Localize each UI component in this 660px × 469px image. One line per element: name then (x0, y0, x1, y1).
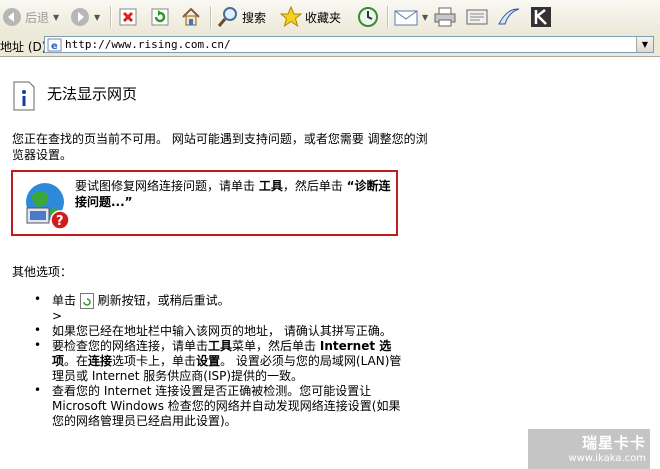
back-label: 后退 (25, 10, 50, 25)
option-bold: 工具 (208, 339, 233, 353)
options-list: • 单击 刷新按钮，或稍后重试。 > • 如果您已经在地址栏中输入该网页的地址， 请… (30, 292, 410, 429)
option-bold: 设置 (196, 354, 221, 368)
diagnose-mid: ，然后单击 (282, 179, 347, 193)
star-icon (280, 6, 302, 28)
error-message: 您正在查找的页当前不可用。 网站可能遇到支持问题，或者您需要 调整您的浏览器设置… (12, 132, 428, 162)
refresh-icon (151, 8, 169, 26)
watermark-brand: 瑞星卡卡 (581, 434, 646, 452)
diagnose-prefix: 要试图修复网络连接问题，请单击 (75, 179, 259, 193)
stop-icon (119, 8, 137, 26)
browser-toolbar: 后退 ▼ ▼ 搜索 收藏夹 ▼ (0, 0, 660, 35)
ie-page-icon: e (47, 38, 62, 52)
history-icon (358, 7, 378, 27)
option-text: 菜单，然后单击 (232, 339, 320, 353)
home-icon (182, 7, 200, 26)
option-text: 刷新按钮，或稍后重试。 (93, 293, 230, 308)
chevron-down-icon[interactable]: ▼ (53, 13, 59, 22)
refresh-icon[interactable] (79, 293, 94, 309)
info-icon (13, 81, 35, 111)
forward-arrow-icon (71, 8, 89, 26)
back-button[interactable]: 后退 ▼ (2, 4, 59, 30)
page-title: 无法显示网页 (47, 85, 138, 103)
chevron-down-icon[interactable]: ▼ (94, 13, 100, 22)
option-text: 单击 (52, 293, 80, 308)
history-button[interactable] (357, 4, 379, 30)
kaka-logo-icon (531, 7, 551, 27)
back-arrow-icon (3, 8, 21, 26)
address-field[interactable]: e ▼ (44, 36, 654, 53)
other-options-heading: 其他选项： (12, 265, 73, 279)
list-item: • 如果您已经在地址栏中输入该网页的地址， 请确认其拼写正确。 (34, 323, 392, 338)
option-text: > (52, 309, 63, 323)
watermark-url: www.ikaka.com (568, 453, 646, 464)
option-text: 查看您的 Internet 连接设置是否正确被检测。您可能设置让 Microso… (52, 384, 401, 428)
messenger-button[interactable] (497, 4, 521, 30)
edit-page-icon (466, 9, 488, 25)
chevron-down-icon[interactable]: ▼ (422, 13, 428, 22)
home-button[interactable] (180, 4, 202, 30)
list-item: • 查看您的 Internet 连接设置是否正确被检测。您可能设置让 Micros… (34, 383, 401, 428)
favorites-button[interactable]: 收藏夹 (280, 4, 341, 30)
printer-icon (434, 7, 456, 27)
refresh-button[interactable] (150, 4, 170, 30)
diagnose-box: ? 要试图修复网络连接问题，请单击 工具，然后单击 “诊断连接问题...” (11, 170, 398, 236)
url-input[interactable] (65, 37, 625, 52)
print-button[interactable] (433, 4, 457, 30)
list-item: > (30, 309, 410, 324)
watermark: 瑞星卡卡 www.ikaka.com (528, 429, 650, 469)
edit-button[interactable] (465, 4, 489, 30)
error-page: 无法显示网页 您正在查找的页当前不可用。 网站可能遇到支持问题，或者您需要 调整… (0, 57, 660, 469)
option-text: 如果您已经在地址栏中输入该网页的地址， 请确认其拼写正确。 (52, 324, 392, 338)
mail-icon (394, 10, 418, 26)
mail-button[interactable]: ▼ (394, 4, 428, 30)
network-globe-icon: ? (26, 183, 70, 230)
svg-text:?: ? (56, 214, 64, 229)
svg-text:e: e (51, 41, 58, 52)
diagnose-text: 要试图修复网络连接问题，请单击 工具，然后单击 “诊断连接问题...” (75, 178, 393, 210)
list-item: • 要检查您的网络连接，请单击工具菜单，然后单击 Internet 选项。在连接选… (34, 338, 402, 383)
favorites-label: 收藏夹 (305, 10, 342, 25)
address-bar: 地址 (D) e ▼ (0, 34, 660, 57)
forward-button[interactable]: ▼ (70, 4, 100, 30)
address-label: 地址 (D) (0, 40, 47, 54)
search-button[interactable]: 搜索 (217, 4, 266, 30)
search-icon (217, 7, 237, 27)
stop-button[interactable] (118, 4, 138, 30)
address-dropdown-icon[interactable]: ▼ (636, 37, 653, 52)
diagnose-tools: 工具 (258, 179, 283, 193)
kaka-button[interactable] (530, 4, 552, 30)
option-text: 选项卡上，单击 (112, 354, 197, 368)
messenger-icon (498, 8, 520, 25)
list-item: • 单击 刷新按钮，或稍后重试。 (34, 292, 230, 309)
option-text: 。在 (64, 354, 89, 368)
search-label: 搜索 (242, 10, 267, 25)
option-bold: 连接 (88, 354, 113, 368)
option-text: 要检查您的网络连接，请单击 (52, 339, 209, 353)
